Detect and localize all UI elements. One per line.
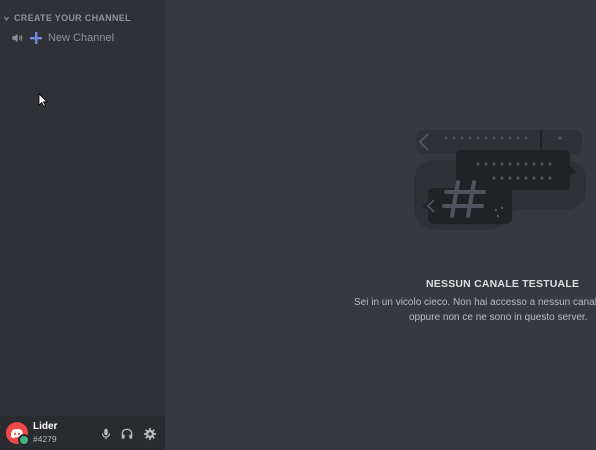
no-text-channels-illustration (414, 130, 586, 230)
empty-state-line-1: Sei in un vicolo cieco. Non hai accesso … (354, 297, 596, 308)
chevron-down-icon (3, 16, 10, 21)
empty-state-line-2: oppure non ce ne sono in questo server. (409, 312, 588, 323)
empty-state-title: NESSUN CANALE TESTUALE (426, 278, 580, 290)
plus-icon[interactable] (30, 32, 42, 44)
mouse-cursor-icon (38, 93, 48, 107)
headphones-icon[interactable] (120, 427, 134, 441)
microphone-icon[interactable] (99, 427, 113, 441)
channel-item-new-channel[interactable]: New Channel (10, 30, 114, 46)
user-panel: Lider #4279 (0, 416, 165, 450)
user-tag: #4279 (33, 434, 57, 444)
gear-icon[interactable] (143, 427, 157, 441)
username: Lider (33, 421, 58, 432)
channel-sidebar: CREATE YOUR CHANNEL New Channel Lider #4… (0, 0, 165, 450)
category-header[interactable]: CREATE YOUR CHANNEL (3, 12, 131, 24)
online-status-dot (18, 434, 30, 446)
category-label: CREATE YOUR CHANNEL (14, 13, 131, 23)
speaker-icon (12, 33, 23, 43)
channel-label: New Channel (48, 32, 115, 44)
avatar[interactable] (6, 422, 30, 446)
